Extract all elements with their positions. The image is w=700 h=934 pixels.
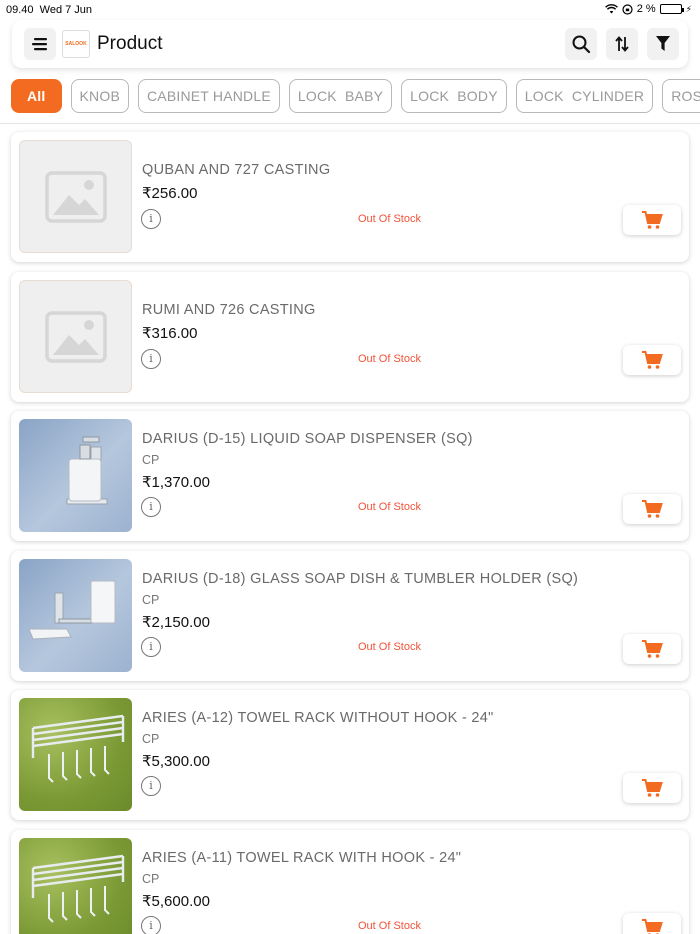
chip-rose[interactable]: ROSE: [662, 79, 700, 113]
product-variant: CP: [142, 732, 160, 746]
chip-all[interactable]: All: [11, 79, 62, 113]
product-image: [19, 419, 132, 532]
cart-icon: [642, 640, 663, 658]
product-image-placeholder: [19, 140, 132, 253]
info-icon[interactable]: i: [141, 497, 161, 517]
product-variant: CP: [142, 593, 160, 607]
charging-icon: ⚡: [685, 3, 692, 14]
divider: [0, 123, 700, 124]
product-card[interactable]: ARIES (A-11) TOWEL RACK WITH HOOK - 24" …: [11, 830, 689, 934]
info-icon[interactable]: i: [141, 637, 161, 657]
search-button[interactable]: [565, 28, 597, 60]
product-name: ARIES (A-11) TOWEL RACK WITH HOOK - 24": [142, 850, 462, 866]
sort-button[interactable]: [606, 28, 638, 60]
image-placeholder-icon: [44, 170, 107, 223]
status-time: 09.40 Wed 7 Jun: [6, 4, 93, 16]
app-header: SALOOK Product: [12, 20, 688, 68]
cart-icon: [642, 779, 663, 797]
chip-lock-cylinder[interactable]: LOCK CYLINDER: [515, 79, 654, 113]
add-to-cart-button[interactable]: [623, 345, 681, 375]
product-name: RUMI AND 726 CASTING: [142, 302, 316, 318]
stock-status: Out Of Stock: [358, 353, 421, 365]
product-name: DARIUS (D-18) GLASS SOAP DISH & TUMBLER …: [142, 571, 579, 587]
orientation-lock-icon: [622, 3, 633, 15]
product-card[interactable]: QUBAN AND 727 CASTING ₹256.00 i Out Of S…: [11, 132, 689, 262]
status-indicators: 2 % ⚡: [604, 3, 692, 15]
battery-percent: 2 %: [636, 3, 656, 15]
cart-icon: [642, 351, 663, 369]
status-bar: 09.40 Wed 7 Jun 2 % ⚡: [0, 0, 700, 20]
image-placeholder-icon: [44, 310, 107, 363]
battery-icon: [659, 4, 684, 14]
wifi-icon: [604, 4, 618, 14]
product-image: [19, 559, 132, 672]
cart-icon: [642, 919, 663, 934]
chip-cabinet-handle[interactable]: CABINET HANDLE: [137, 79, 280, 113]
add-to-cart-button[interactable]: [623, 913, 681, 934]
sort-icon: [615, 36, 629, 52]
add-to-cart-button[interactable]: [623, 634, 681, 664]
info-icon[interactable]: i: [141, 916, 161, 934]
product-image: [19, 838, 132, 934]
product-name: QUBAN AND 727 CASTING: [142, 162, 331, 178]
add-to-cart-button[interactable]: [623, 205, 681, 235]
product-price: ₹316.00: [142, 325, 198, 342]
product-name: ARIES (A-12) TOWEL RACK WITHOUT HOOK - 2…: [142, 710, 494, 726]
cart-icon: [642, 500, 663, 518]
chip-lock-baby[interactable]: LOCK BABY: [288, 79, 393, 113]
product-image: [19, 698, 132, 811]
product-variant: CP: [142, 453, 160, 467]
product-price: ₹2,150.00: [142, 614, 210, 631]
product-image-placeholder: [19, 280, 132, 393]
stock-status: Out Of Stock: [358, 213, 421, 225]
product-price: ₹256.00: [142, 185, 198, 202]
stock-status: Out Of Stock: [358, 641, 421, 653]
menu-icon: [32, 38, 47, 51]
info-icon[interactable]: i: [141, 209, 161, 229]
stock-status: Out Of Stock: [358, 501, 421, 513]
menu-button[interactable]: [24, 28, 56, 60]
search-icon: [572, 35, 591, 54]
towel-rack-image: [31, 714, 125, 783]
info-icon[interactable]: i: [141, 349, 161, 369]
product-price: ₹1,370.00: [142, 474, 210, 491]
towel-rack-image: [31, 854, 125, 923]
cart-icon: [642, 211, 663, 229]
filter-button[interactable]: [647, 28, 679, 60]
stock-status: Out Of Stock: [358, 920, 421, 932]
product-card[interactable]: DARIUS (D-18) GLASS SOAP DISH & TUMBLER …: [11, 551, 689, 681]
product-card[interactable]: ARIES (A-12) TOWEL RACK WITHOUT HOOK - 2…: [11, 690, 689, 820]
soap-dish-image: [28, 580, 116, 640]
add-to-cart-button[interactable]: [623, 494, 681, 524]
chip-knob[interactable]: KNOB: [70, 79, 129, 113]
product-name: DARIUS (D-15) LIQUID SOAP DISPENSER (SQ): [142, 431, 473, 447]
add-to-cart-button[interactable]: [623, 773, 681, 803]
chip-lock-body[interactable]: LOCK BODY: [401, 79, 507, 113]
filter-icon: [656, 36, 670, 51]
product-card[interactable]: DARIUS (D-15) LIQUID SOAP DISPENSER (SQ)…: [11, 411, 689, 541]
brand-logo: SALOOK: [62, 30, 90, 58]
info-icon[interactable]: i: [141, 776, 161, 796]
soap-dispenser-image: [66, 436, 108, 505]
product-card[interactable]: RUMI AND 726 CASTING ₹316.00 i Out Of St…: [11, 272, 689, 402]
product-price: ₹5,300.00: [142, 753, 210, 770]
product-price: ₹5,600.00: [142, 893, 210, 910]
page-title: Product: [97, 33, 163, 54]
category-chips: All KNOB CABINET HANDLE LOCK BABY LOCK BODY L…: [11, 79, 700, 115]
product-variant: CP: [142, 872, 160, 886]
